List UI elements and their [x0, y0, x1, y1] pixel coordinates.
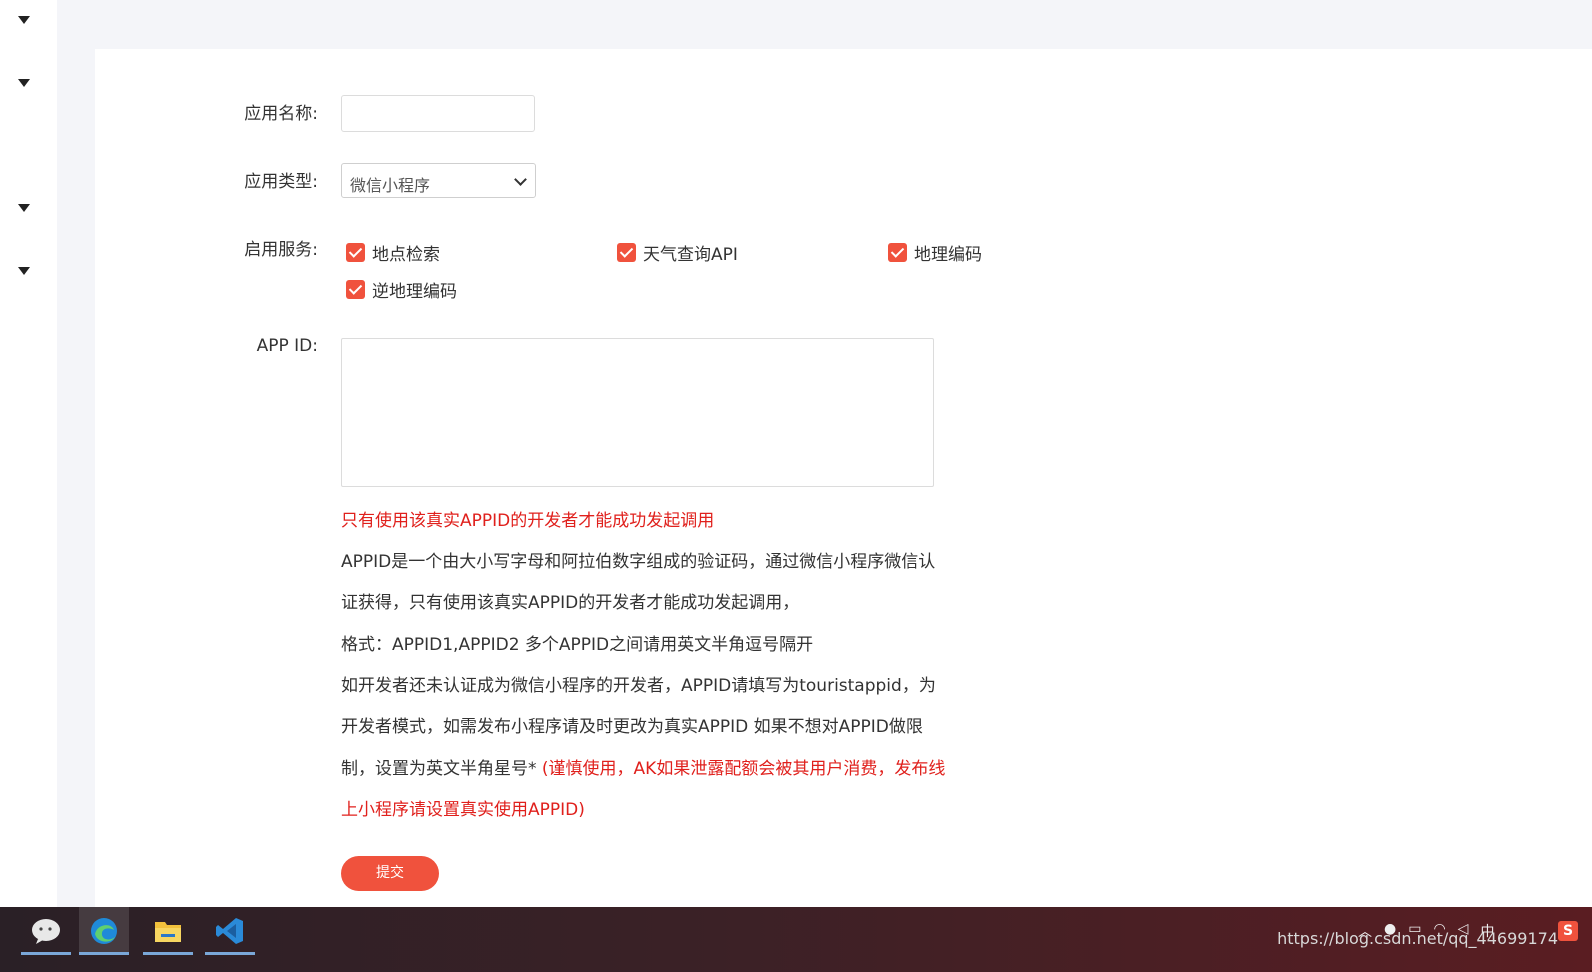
services-label: 启用服务: [244, 240, 318, 260]
service-checkbox-reverse-geocoding[interactable]: 逆地理编码 [346, 277, 457, 302]
checkbox-checked-icon[interactable] [346, 280, 365, 299]
service-label: 地点检索 [372, 245, 440, 265]
caret-down-icon[interactable] [18, 204, 30, 212]
service-checkbox-place-search[interactable]: 地点检索 [346, 240, 440, 265]
active-indicator [143, 952, 193, 955]
submit-button[interactable]: 提交 [341, 856, 439, 891]
appid-help-line: 格式：APPID1,APPID2 多个APPID之间请用英文半角逗号隔开 [341, 635, 814, 655]
appid-help-warning: (谨慎使用，AK如果泄露配额会被其用户消费，发布线 [541, 759, 946, 779]
app-type-selected-value: 微信小程序 [350, 176, 431, 195]
service-label: 天气查询API [643, 245, 738, 265]
caret-down-icon[interactable] [18, 267, 30, 275]
appid-warning: 只有使用该真实APPID的开发者才能成功发起调用 [341, 511, 715, 531]
app-name-label: 应用名称: [244, 104, 318, 124]
appid-label: APP ID: [256, 336, 318, 356]
service-label: 地理编码 [914, 245, 982, 265]
app-type-select[interactable]: 微信小程序 [341, 163, 536, 198]
edge-app-icon[interactable] [79, 907, 129, 955]
wechat-app-icon[interactable] [21, 907, 71, 955]
caret-down-icon[interactable] [18, 16, 30, 24]
appid-help-line: 证获得，只有使用该真实APPID的开发者才能成功发起调用， [341, 593, 800, 613]
service-label: 逆地理编码 [372, 282, 457, 302]
appid-help-line: 如开发者还未认证成为微信小程序的开发者，APPID请填写为touristappi… [341, 676, 936, 696]
chevron-down-icon [514, 173, 527, 186]
watermark-text: https://blog.csdn.net/qq_44699174 [1277, 929, 1558, 948]
appid-help-line: 制，设置为英文半角星号* (谨慎使用，AK如果泄露配额会被其用户消费，发布线 [341, 758, 945, 780]
caret-down-icon[interactable] [18, 79, 30, 87]
active-indicator [21, 952, 71, 955]
checkbox-checked-icon[interactable] [888, 243, 907, 262]
active-indicator [79, 952, 129, 955]
checkbox-checked-icon[interactable] [617, 243, 636, 262]
appid-textarea[interactable] [341, 338, 934, 487]
service-checkbox-geocoding[interactable]: 地理编码 [888, 240, 982, 265]
app-name-input[interactable] [341, 95, 535, 132]
appid-help-line: 开发者模式，如需发布小程序请及时更改为真实APPID 如果不想对APPID做限 [341, 717, 923, 737]
taskbar: ︿ ● ▭ ◠ ◁ 中 https://blog.csdn.net/qq_446… [0, 907, 1592, 972]
active-indicator [205, 952, 255, 955]
app-type-label: 应用类型: [244, 172, 318, 192]
csdn-logo-icon: S [1558, 921, 1578, 941]
appid-help-text: 制，设置为英文半角星号* [341, 759, 542, 779]
sidebar [0, 0, 57, 920]
file-explorer-app-icon[interactable] [143, 907, 193, 955]
appid-help-line: APPID是一个由大小写字母和阿拉伯数字组成的验证码，通过微信小程序微信认 [341, 552, 936, 572]
service-checkbox-weather-api[interactable]: 天气查询API [617, 240, 738, 265]
appid-help-warning: 上小程序请设置真实使用APPID) [341, 800, 585, 820]
checkbox-checked-icon[interactable] [346, 243, 365, 262]
vscode-app-icon[interactable] [205, 907, 255, 955]
